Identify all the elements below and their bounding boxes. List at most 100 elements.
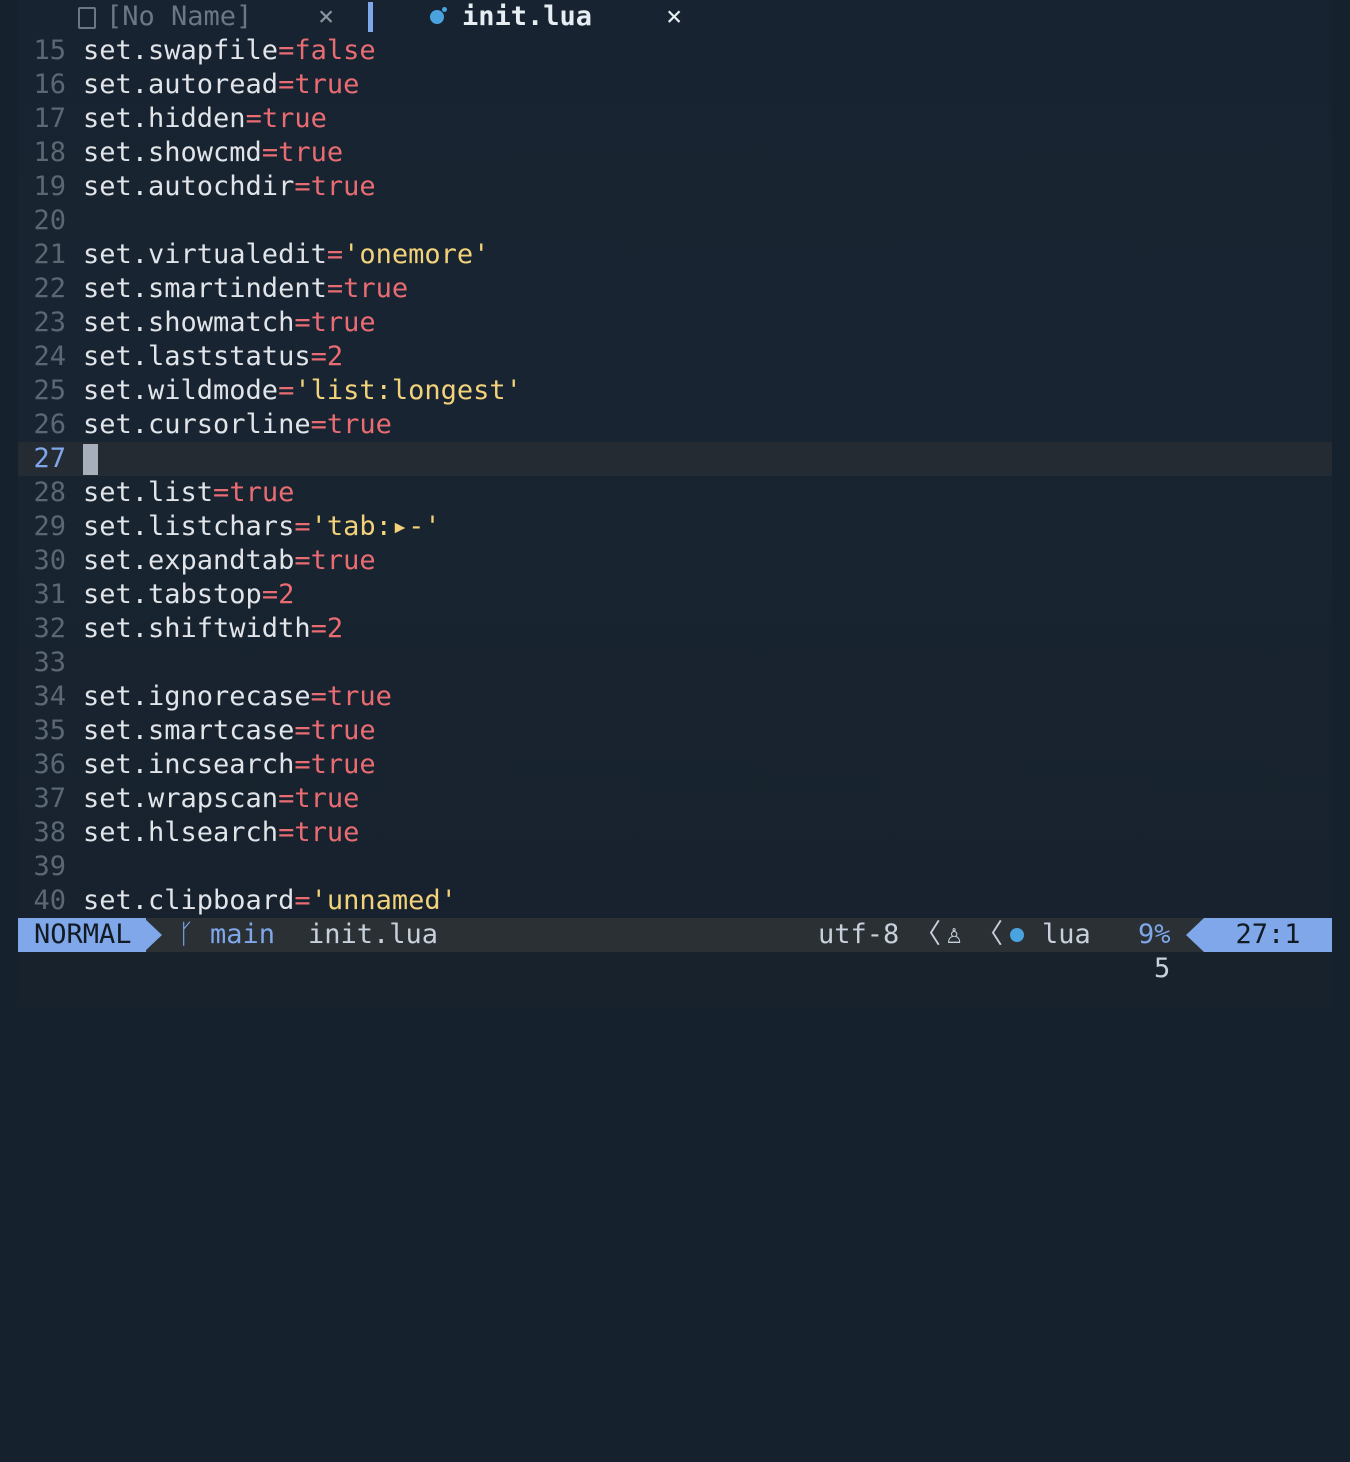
line-code: set.autoread=true [83,68,359,102]
identifier-token: set.autoread [83,69,279,100]
code-line[interactable]: 39 [18,850,1332,884]
tab-line: [No Name] × init.lua × [18,0,1332,34]
line-code: set.hlsearch=true [83,816,359,850]
code-editor[interactable]: 15 set.swapfile=false 16 set.autoread=true 1… [18,34,1332,918]
file-encoding: utf-8 [818,919,900,950]
value-token: true [310,171,376,202]
code-line[interactable]: 35 set.smartcase=true [18,714,1332,748]
line-code: set.clipboard='unnamed' [83,884,457,918]
value-token: = [326,273,344,304]
code-line[interactable]: 32 set.shiftwidth=2 [18,612,1332,646]
code-line[interactable]: 38 set.hlsearch=true [18,816,1332,850]
status-line: NORMAL ᚴ main init.lua utf-8 〈 ♙ 〈 lua 9… [18,918,1332,952]
code-line[interactable]: 26 set.cursorline=true [18,408,1332,442]
value-token: = [278,375,295,406]
code-line[interactable]: 15 set.swapfile=false [18,34,1332,68]
identifier-token: set.shiftwidth [83,613,311,644]
line-number: 22 [33,273,66,304]
value-token: = [310,409,327,440]
text-cursor [83,444,98,475]
line-code: set.ignorecase=true [83,680,392,714]
value-token: true [343,273,409,304]
value-token: = [294,715,311,746]
value-token: true [310,307,376,338]
position-separator [1186,918,1204,952]
line-number: 28 [33,477,66,508]
identifier-token: set.tabstop [83,579,262,610]
close-icon[interactable]: × [318,0,334,34]
linux-icon: ♙ [946,919,963,950]
value-token: = [294,511,311,542]
code-line[interactable]: 24 set.laststatus=2 [18,340,1332,374]
code-line[interactable]: 20 [18,204,1332,238]
code-line[interactable]: 34 set.ignorecase=true [18,680,1332,714]
code-line[interactable]: 21 set.virtualedit='onemore' [18,238,1332,272]
value-token: = [213,477,230,508]
code-line[interactable]: 31 set.tabstop=2 [18,578,1332,612]
line-number: 38 [33,817,66,848]
identifier-token: set.wildmode [83,375,279,406]
line-code: set.showcmd=true [83,136,343,170]
code-line[interactable]: 17 set.hidden=true [18,102,1332,136]
tab-no-name[interactable]: [No Name] × [78,0,334,34]
mode-separator [144,918,162,952]
line-code: set.smartcase=true [83,714,376,748]
code-line[interactable]: 22 set.smartindent=true [18,272,1332,306]
identifier-token: set.virtualedit [83,239,327,270]
code-line[interactable]: 25 set.wildmode='list:longest' [18,374,1332,408]
line-code: set.swapfile=false [83,34,376,68]
code-line[interactable]: 29 set.listchars='tab:▸-' [18,510,1332,544]
tab-label: init.lua [462,1,593,32]
code-line[interactable]: 23 set.showmatch=true [18,306,1332,340]
editor-window: [No Name] × init.lua × 15 set.swapfile=fa… [18,0,1332,1006]
line-number: 24 [33,341,66,372]
line-number: 21 [33,239,66,270]
value-token: true [261,103,327,134]
identifier-token: set.hlsearch [83,817,279,848]
code-line[interactable]: 18 set.showcmd=true [18,136,1332,170]
line-number: 20 [33,205,66,236]
string-token: 'tab:▸-' [310,511,441,542]
string-token: 'unnamed' [310,885,457,916]
code-line[interactable]: 30 set.expandtab=true [18,544,1332,578]
command-line[interactable]: 5 [18,952,1332,986]
value-token: true [310,749,376,780]
line-number: 15 [33,35,66,66]
value-token: 2 [278,579,295,610]
value-token: true [229,477,295,508]
value-token: 2 [326,613,344,644]
identifier-token: set.cursorline [83,409,311,440]
identifier-token: set.autochdir [83,171,295,202]
line-number: 37 [33,783,66,814]
identifier-token: set.incsearch [83,749,295,780]
value-token: true [310,715,376,746]
lua-icon [1010,928,1024,942]
value-token: 2 [326,341,344,372]
line-number: 19 [33,171,66,202]
value-token: = [278,783,295,814]
code-line[interactable]: 33 [18,646,1332,680]
identifier-token: set.list [83,477,214,508]
line-code: set.tabstop=2 [83,578,294,612]
code-line[interactable]: 40 set.clipboard='unnamed' [18,884,1332,918]
line-number: 34 [33,681,66,712]
code-line[interactable]: 19 set.autochdir=true [18,170,1332,204]
value-token: = [326,239,344,270]
value-token: = [261,579,279,610]
line-number: 16 [33,69,66,100]
line-number: 36 [33,749,66,780]
line-code: set.cursorline=true [83,408,392,442]
line-code: set.hidden=true [83,102,327,136]
code-line[interactable]: 36 set.incsearch=true [18,748,1332,782]
value-token: = [278,817,295,848]
current-line[interactable]: 27 [18,442,1332,476]
line-number: 40 [33,885,66,916]
code-line[interactable]: 37 set.wrapscan=true [18,782,1332,816]
code-line[interactable]: 28 set.list=true [18,476,1332,510]
tab-init-lua[interactable]: init.lua × [430,0,682,34]
chevron-left-icon: 〈 [914,919,941,950]
code-line[interactable]: 16 set.autoread=true [18,68,1332,102]
close-icon[interactable]: × [666,0,682,34]
string-token: 'onemore' [343,239,490,270]
identifier-token: set.swapfile [83,35,279,66]
